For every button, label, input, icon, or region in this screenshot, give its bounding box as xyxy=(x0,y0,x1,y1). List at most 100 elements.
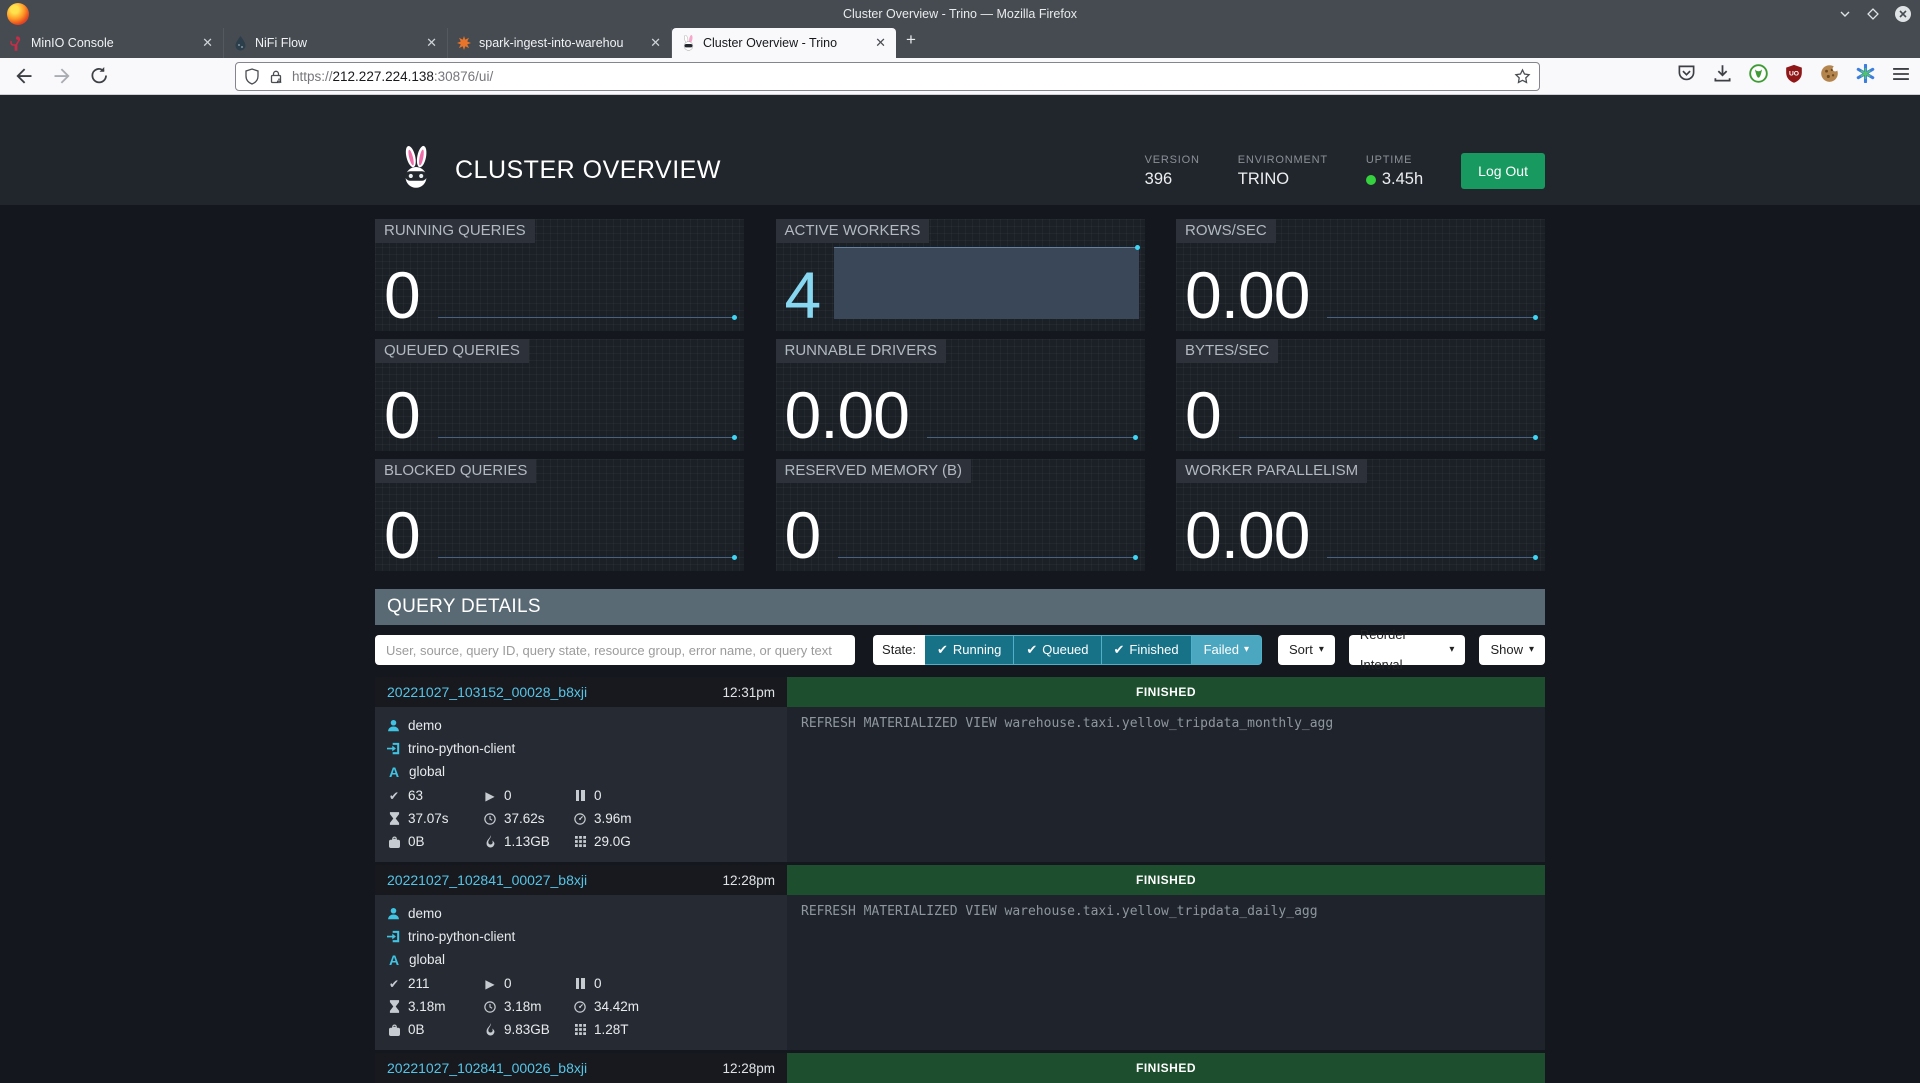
bookmark-star-icon[interactable] xyxy=(1514,68,1531,85)
tile-running-queries: RUNNING QUERIES 0 xyxy=(375,219,744,331)
caret-down-icon: ▾ xyxy=(1529,635,1534,665)
query-time: 12:28pm xyxy=(722,873,775,888)
tab-close-icon[interactable]: ✕ xyxy=(424,35,439,51)
play-icon: ▶ xyxy=(483,977,497,991)
sparkline xyxy=(438,317,736,318)
tab-nifi-flow[interactable]: NiFi Flow ✕ xyxy=(224,28,448,58)
query-sql-text: REFRESH MATERIALIZED VIEW warehouse.taxi… xyxy=(787,895,1545,1050)
running-splits: 0 xyxy=(504,788,512,803)
clock-icon xyxy=(483,813,497,825)
svg-text:UO: UO xyxy=(1789,71,1799,78)
tile-value: 0 xyxy=(384,264,420,327)
tracking-shield-icon[interactable] xyxy=(244,68,260,85)
sort-dropdown[interactable]: Sort▾ xyxy=(1278,635,1335,665)
running-splits: 0 xyxy=(504,976,512,991)
tab-spark-notebook[interactable]: spark-ingest-into-warehou ✕ xyxy=(448,28,672,58)
cookie-extension-icon[interactable] xyxy=(1820,64,1839,83)
completed-splits: 63 xyxy=(408,788,423,803)
uptime-label: UPTIME xyxy=(1366,154,1423,166)
close-icon[interactable] xyxy=(1894,5,1912,23)
query-resource-group: global xyxy=(409,952,445,967)
tile-value: 0.00 xyxy=(1185,264,1309,327)
privacy-mask-extension-icon[interactable] xyxy=(1749,64,1768,83)
logout-button[interactable]: Log Out xyxy=(1461,153,1545,189)
query-state-badge: FINISHED xyxy=(787,865,1545,895)
maximize-icon[interactable] xyxy=(1866,7,1880,21)
current-memory: 0B xyxy=(408,1022,425,1037)
tab-close-icon[interactable]: ✕ xyxy=(648,35,663,51)
query-search-input[interactable] xyxy=(375,635,855,665)
cumulative-rows: 1.28T xyxy=(594,1022,629,1037)
source-login-icon xyxy=(387,930,400,943)
query-sql-text: REFRESH MATERIALIZED VIEW warehouse.taxi… xyxy=(787,707,1545,862)
query-id-link[interactable]: 20221027_103152_00028_b8xji xyxy=(387,684,587,700)
query-id-link[interactable]: 20221027_102841_00027_b8xji xyxy=(387,872,587,888)
ublock-icon[interactable]: UO xyxy=(1785,64,1803,83)
reload-icon[interactable] xyxy=(90,66,109,85)
download-icon[interactable] xyxy=(1713,64,1732,83)
query-details-section: QUERY DETAILS State: ✔Running ✔Queued ✔F… xyxy=(375,589,1545,1083)
lock-warning-icon[interactable] xyxy=(269,69,284,85)
tile-label: ROWS/SEC xyxy=(1176,219,1276,243)
back-icon[interactable] xyxy=(14,66,34,86)
url-text[interactable]: https://212.227.224.138:30876/ui/ xyxy=(292,69,493,84)
tab-cluster-overview-active[interactable]: Cluster Overview - Trino ✕ xyxy=(672,28,896,58)
new-tab-button[interactable]: + xyxy=(896,28,928,58)
query-time: 12:31pm xyxy=(722,685,775,700)
extension-star-icon[interactable] xyxy=(1856,64,1875,83)
queued-splits: 0 xyxy=(594,976,602,991)
show-dropdown[interactable]: Show▾ xyxy=(1479,635,1545,665)
play-icon: ▶ xyxy=(483,789,497,803)
cpu-per-worker: 3.96m xyxy=(594,811,632,826)
menu-icon[interactable] xyxy=(1892,66,1910,82)
tile-label: QUEUED QUERIES xyxy=(375,339,529,363)
query-row: 20221027_102841_00026_b8xji 12:28pm FINI… xyxy=(375,1053,1545,1083)
flame-icon xyxy=(483,1023,497,1036)
tab-close-icon[interactable]: ✕ xyxy=(873,35,888,51)
gauge-icon xyxy=(573,1001,587,1013)
current-memory: 0B xyxy=(408,834,425,849)
filter-failed-dropdown[interactable]: Failed▾ xyxy=(1192,635,1262,665)
pocket-icon[interactable] xyxy=(1677,64,1696,83)
check-icon: ✔ xyxy=(937,636,948,664)
pause-icon xyxy=(573,790,587,801)
reorder-interval-dropdown[interactable]: Reorder Interval▾ xyxy=(1349,635,1466,665)
tile-bytes-sec: BYTES/SEC 0 xyxy=(1176,339,1545,451)
tab-close-icon[interactable]: ✕ xyxy=(200,35,215,51)
browser-toolbar: https://212.227.224.138:30876/ui/ UO xyxy=(0,58,1920,95)
filter-running-button[interactable]: ✔Running xyxy=(925,635,1014,665)
query-user: demo xyxy=(408,718,442,733)
sparkline xyxy=(438,557,736,558)
url-bar[interactable]: https://212.227.224.138:30876/ui/ xyxy=(235,62,1540,91)
forward-icon[interactable] xyxy=(52,66,72,86)
tile-value: 0 xyxy=(384,504,420,567)
sparkline xyxy=(1327,557,1537,558)
filter-finished-button[interactable]: ✔Finished xyxy=(1102,635,1192,665)
source-login-icon xyxy=(387,742,400,755)
uptime-status-dot xyxy=(1366,175,1376,185)
url-host: 212.227.224.138 xyxy=(333,69,434,84)
tab-bar: MinIO Console ✕ NiFi Flow ✕ spark-ingest… xyxy=(0,28,1920,58)
cpu-time: 37.62s xyxy=(504,811,545,826)
tab-minio-console[interactable]: MinIO Console ✕ xyxy=(0,28,224,58)
check-icon: ✔ xyxy=(1114,636,1125,664)
query-source: trino-python-client xyxy=(408,741,515,756)
tile-label: RUNNABLE DRIVERS xyxy=(776,339,947,363)
uptime-value: 3.45h xyxy=(1382,170,1423,189)
resource-group-icon: A xyxy=(387,764,401,780)
check-icon: ✔ xyxy=(387,977,401,991)
app-navbar: CLUSTER OVERVIEW VERSION 396 ENVIRONMENT… xyxy=(0,95,1920,205)
query-id-link[interactable]: 20221027_102841_00026_b8xji xyxy=(387,1060,587,1076)
memory-scale-icon xyxy=(387,836,401,848)
tile-value: 4 xyxy=(785,264,821,327)
trino-logo xyxy=(399,145,433,189)
filter-queued-button[interactable]: ✔Queued xyxy=(1014,635,1101,665)
gauge-icon xyxy=(573,813,587,825)
rows-grid-icon xyxy=(573,1024,587,1035)
tile-label: RESERVED MEMORY (B) xyxy=(776,459,972,483)
minimize-icon[interactable] xyxy=(1838,7,1852,21)
query-row: 20221027_102841_00027_b8xji 12:28pm FINI… xyxy=(375,865,1545,1050)
sparkline xyxy=(838,557,1136,558)
environment-value: TRINO xyxy=(1238,170,1328,189)
completed-splits: 211 xyxy=(408,976,430,991)
